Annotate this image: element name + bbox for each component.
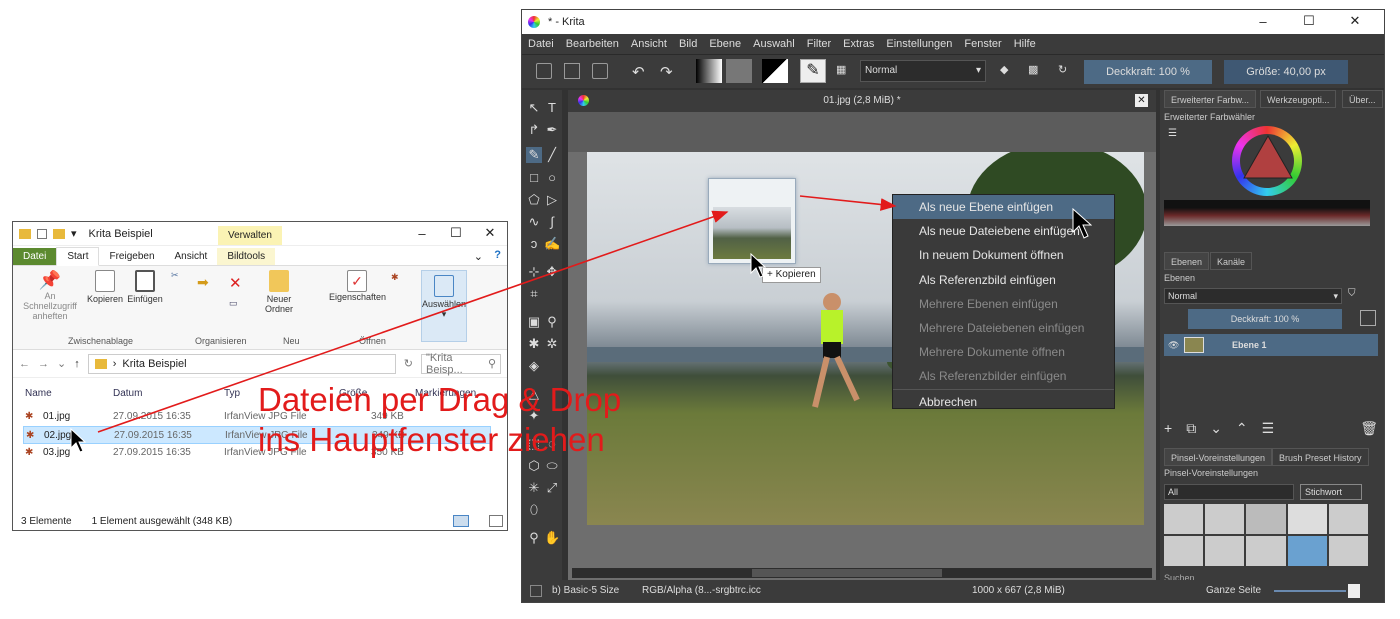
menu-arrow — [799, 195, 897, 211]
annotation-line-1: Dateien per Drag & Drop — [258, 381, 622, 418]
annotation-text: Dateien per Drag & Drop ins Hauptfenster… — [258, 380, 621, 460]
annotation-line-2: ins Hauptfenster ziehen — [258, 421, 605, 458]
annotation-arrows — [97, 195, 897, 433]
